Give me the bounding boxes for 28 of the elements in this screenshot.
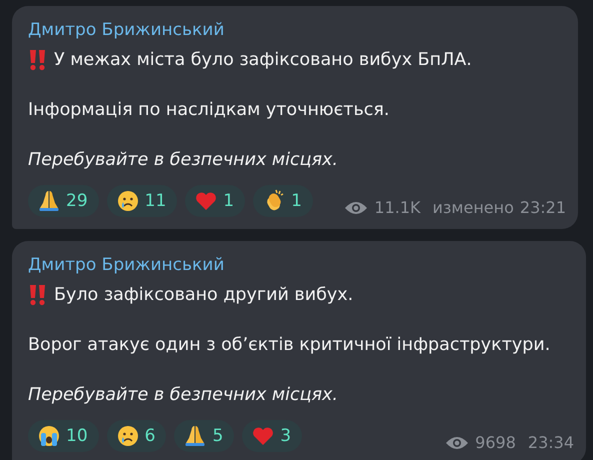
reaction-chip[interactable]: 11	[106, 185, 178, 217]
reaction-chip[interactable]: 1	[185, 185, 246, 217]
double-exclamation-icon	[28, 49, 48, 71]
message-text: Інформація по наслідкам уточнюється.	[28, 99, 390, 122]
message-text: Перебувайте в безпечних місцях.	[28, 149, 338, 172]
view-count: 9698	[475, 433, 516, 452]
eye-icon	[344, 200, 368, 216]
message-time: 23:21	[520, 198, 566, 217]
reaction-chip[interactable]: 10	[28, 420, 99, 452]
view-count: 11.1K	[374, 198, 421, 217]
message-text: Перебувайте в безпечних місцях.	[28, 384, 338, 407]
author-name: Дмитро Брижинський	[28, 254, 226, 277]
reaction-chip[interactable]: 3	[242, 420, 302, 452]
message-time: 23:34	[528, 433, 574, 452]
reaction-chip[interactable]: 1	[253, 185, 313, 217]
reaction-chip[interactable]: 5	[174, 420, 234, 452]
sobbing-face-icon	[37, 424, 61, 448]
edited-label: изменено	[432, 198, 514, 217]
double-exclamation-icon	[28, 284, 48, 306]
crying-face-icon	[116, 424, 140, 448]
message-text: Було зафіксовано другий вибух.	[54, 284, 354, 307]
author-name: Дмитро Брижинський	[28, 19, 226, 42]
reaction-chip[interactable]: 29	[28, 185, 99, 217]
crying-face-icon	[116, 189, 140, 213]
message-text: Ворог атакує один з обʼєктів критичної інфраструктури.	[28, 334, 550, 357]
message-text: У межах міста було зафіксовано вибух БпЛА.	[54, 49, 472, 72]
eye-icon	[445, 434, 470, 450]
reaction-chip[interactable]: 6	[106, 420, 166, 452]
